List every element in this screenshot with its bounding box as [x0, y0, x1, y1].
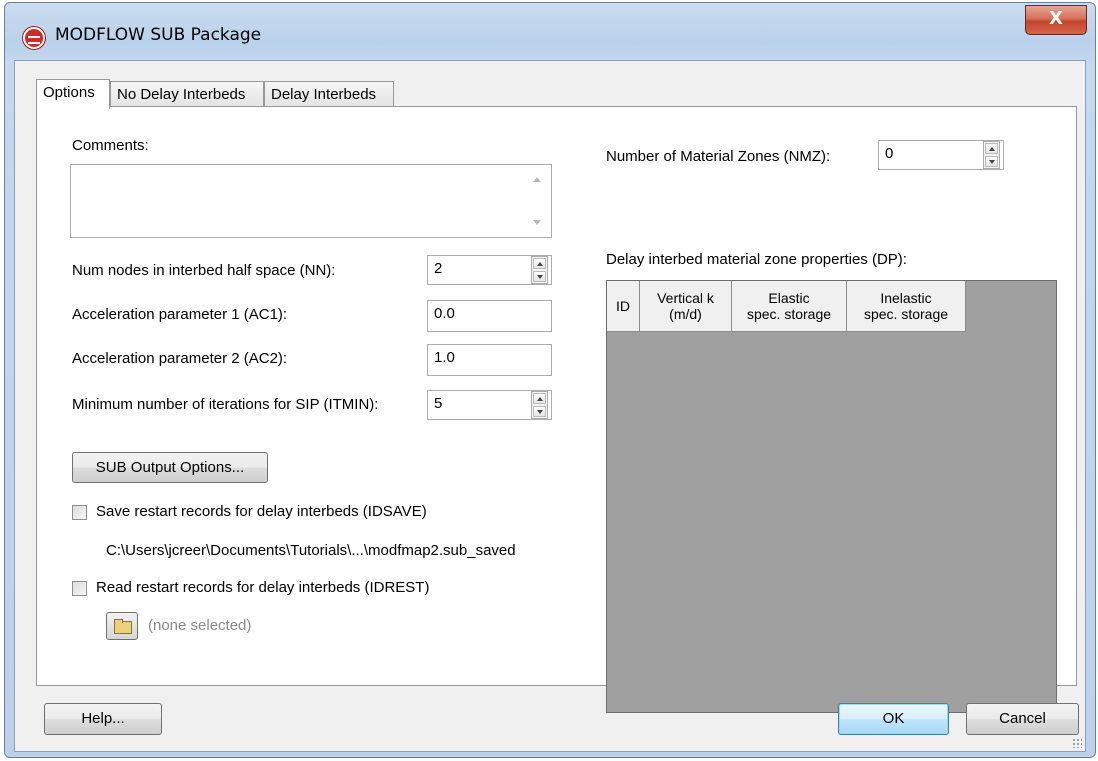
help-button[interactable]: Help...: [44, 703, 162, 735]
open-folder-icon[interactable]: [106, 612, 138, 640]
window-title: MODFLOW SUB Package: [55, 25, 262, 45]
col-header-elastic-line1: Elastic: [768, 290, 810, 306]
col-header-elastic-line2: spec. storage: [746, 306, 832, 322]
nmz-value: 0: [885, 145, 894, 162]
ac2-input[interactable]: 1.0: [427, 344, 552, 376]
tab-delay-interbeds[interactable]: Delay Interbeds: [264, 81, 394, 107]
resize-grip-icon[interactable]: [1072, 738, 1082, 748]
col-header-inelastic-line1: Inelastic: [880, 290, 932, 306]
col-header-vertical-k[interactable]: Vertical k (m/d): [640, 281, 732, 332]
col-header-inelastic[interactable]: Inelastic spec. storage: [847, 281, 966, 332]
nmz-up-arrow-icon[interactable]: [985, 143, 998, 154]
nmz-stepper[interactable]: [983, 141, 1000, 169]
cancel-button[interactable]: Cancel: [966, 703, 1079, 735]
sub-output-options-button[interactable]: SUB Output Options...: [72, 452, 268, 483]
scroll-down-arrow-icon[interactable]: [533, 220, 541, 225]
ac2-value: 1.0: [434, 349, 455, 366]
itmin-down-arrow-icon[interactable]: [533, 406, 546, 417]
col-header-vertical-k-line1: Vertical k: [657, 290, 714, 306]
col-header-id[interactable]: ID: [607, 281, 640, 332]
idrest-file-label: (none selected): [148, 617, 252, 634]
itmin-stepper[interactable]: [531, 391, 548, 419]
comments-label: Comments:: [72, 137, 149, 154]
comments-textarea[interactable]: [70, 164, 552, 238]
ok-button[interactable]: OK: [838, 703, 949, 735]
idsave-label[interactable]: Save restart records for delay interbeds…: [96, 503, 427, 520]
col-header-id-text: ID: [616, 298, 630, 314]
itmin-value: 5: [434, 395, 443, 412]
dialog-client: Options No Delay Interbeds Delay Interbe…: [14, 60, 1086, 752]
title-bar[interactable]: MODFLOW SUB Package X: [5, 3, 1095, 61]
scroll-up-arrow-icon[interactable]: [533, 177, 541, 182]
nmz-down-arrow-icon[interactable]: [985, 156, 998, 167]
gms-app-icon: [23, 27, 45, 49]
ac2-label: Acceleration parameter 2 (AC2):: [72, 350, 288, 367]
ac1-label: Acceleration parameter 1 (AC1):: [72, 306, 288, 323]
col-header-inelastic-line2: spec. storage: [863, 306, 949, 322]
itmin-up-arrow-icon[interactable]: [533, 393, 546, 404]
dialog-window: MODFLOW SUB Package X Options No Delay I…: [4, 2, 1096, 758]
idrest-checkbox[interactable]: [72, 581, 87, 596]
dp-label: Delay interbed material zone properties …: [606, 251, 907, 268]
col-header-elastic[interactable]: Elastic spec. storage: [732, 281, 847, 332]
options-panel: Comments: Num nodes in interbed half spa…: [36, 106, 1077, 713]
comments-text: [71, 165, 551, 173]
ac1-value: 0.0: [434, 305, 455, 322]
nn-value: 2: [434, 260, 443, 277]
nn-stepper[interactable]: [531, 256, 548, 284]
close-button[interactable]: X: [1025, 5, 1087, 35]
comments-scrollbar[interactable]: [523, 165, 551, 237]
tab-no-delay-interbeds[interactable]: No Delay Interbeds: [110, 81, 264, 107]
dp-table[interactable]: ID Vertical k (m/d) Elastic spec. storag…: [606, 280, 1057, 713]
nn-up-arrow-icon[interactable]: [533, 258, 546, 269]
nn-down-arrow-icon[interactable]: [533, 271, 546, 282]
itmin-label: Minimum number of iterations for SIP (IT…: [72, 396, 379, 413]
idrest-label[interactable]: Read restart records for delay interbeds…: [96, 579, 429, 596]
nmz-label: Number of Material Zones (NMZ):: [606, 148, 831, 165]
nn-label: Num nodes in interbed half space (NN):: [72, 262, 336, 279]
idsave-checkbox[interactable]: [72, 505, 87, 520]
tab-options[interactable]: Options: [36, 79, 110, 109]
col-header-vertical-k-line2: (m/d): [669, 306, 702, 322]
idsave-path: C:\Users\jcreer\Documents\Tutorials\...\…: [106, 542, 516, 559]
ac1-input[interactable]: 0.0: [427, 300, 552, 332]
